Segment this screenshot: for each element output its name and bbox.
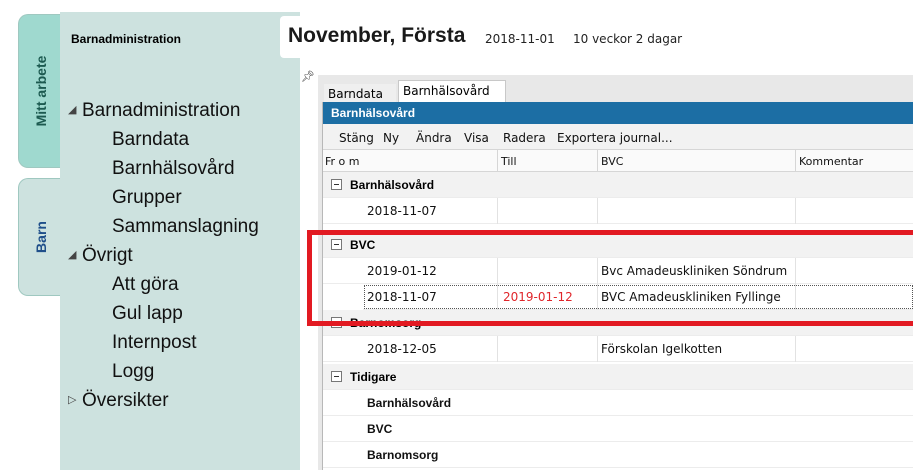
cell-bvc: Förskolan Igelkotten xyxy=(601,342,723,356)
side-tab-barn[interactable]: Barn xyxy=(18,178,62,296)
delete-button[interactable]: Radera xyxy=(503,131,546,145)
panel-header: Barnhälsovård xyxy=(323,102,913,124)
tree-node-internpost[interactable]: Internpost xyxy=(112,332,197,354)
child-age: 10 veckor 2 dagar xyxy=(573,32,683,46)
view-button[interactable]: Visa xyxy=(464,131,489,145)
side-tab-mitt-arbete[interactable]: Mitt arbete xyxy=(18,14,62,168)
panel-title: Barnhälsovård xyxy=(331,106,416,120)
tree-node-label: Barndata xyxy=(112,129,190,150)
tree-node-label: Grupper xyxy=(112,187,182,208)
tree-node-ovrigt[interactable]: ◢ Övrigt xyxy=(68,245,133,267)
side-tab-label: Mitt arbete xyxy=(32,55,49,127)
tree-node-logg[interactable]: Logg xyxy=(112,361,154,383)
subgroup-row[interactable]: Barnomsorg xyxy=(323,442,913,468)
tree-node-label: Att göra xyxy=(112,274,179,295)
tree-node-label: Barnhälsovård xyxy=(112,158,235,179)
close-button[interactable]: Stäng xyxy=(339,131,374,145)
group-row-tidigare[interactable]: Tidigare xyxy=(323,364,913,390)
subgroup-label: Barnhälsovård xyxy=(367,396,452,410)
column-header-from[interactable]: Fr o m xyxy=(325,155,360,168)
birth-date: 2018-11-01 xyxy=(485,32,555,46)
tree-node-barnadministration[interactable]: ◢ Barnadministration xyxy=(68,100,240,122)
group-label: Tidigare xyxy=(350,370,397,384)
edit-button[interactable]: Ändra xyxy=(416,131,452,145)
table-row[interactable]: 2018-11-07 xyxy=(323,198,913,224)
collapse-icon[interactable] xyxy=(331,371,342,382)
subgroup-label: Barnomsorg xyxy=(367,448,439,462)
tree-node-grupper[interactable]: Grupper xyxy=(112,187,182,209)
group-row-barnhalsovard[interactable]: Barnhälsovård xyxy=(323,172,913,198)
tree-node-barndata[interactable]: Barndata xyxy=(112,129,189,151)
tree-node-barnhalsovard[interactable]: Barnhälsovård xyxy=(112,158,235,180)
tree-node-att-gora[interactable]: Att göra xyxy=(112,274,179,296)
collapse-arrow-icon[interactable]: ◢ xyxy=(68,103,82,116)
tree-node-label: Övrigt xyxy=(82,245,133,266)
column-header-to[interactable]: Till xyxy=(501,155,517,168)
tree-node-gul-lapp[interactable]: Gul lapp xyxy=(112,303,183,325)
subgroup-row[interactable]: Barnhälsovård xyxy=(323,390,913,416)
table-row[interactable]: 2018-12-05 Förskolan Igelkotten xyxy=(323,336,913,362)
collapse-icon[interactable] xyxy=(331,179,342,190)
subgroup-row[interactable]: BVC xyxy=(323,416,913,442)
group-label: Barnhälsovård xyxy=(350,178,435,192)
column-header-comment[interactable]: Kommentar xyxy=(799,155,863,168)
child-name: November, Första xyxy=(288,24,466,47)
child-header: November, Första 2018-11-01 10 veckor 2 … xyxy=(280,16,703,58)
nav-title: Barnadministration xyxy=(71,32,182,46)
navigation-panel: Barnadministration ◢ Barnadministration B… xyxy=(60,12,300,470)
side-tab-label: Barn xyxy=(32,221,49,253)
new-button[interactable]: Ny xyxy=(383,131,399,145)
tree-node-label: Logg xyxy=(112,361,155,382)
tree-node-label: Sammanslagning xyxy=(112,216,259,237)
subgroup-label: BVC xyxy=(367,422,393,436)
side-tab-strip: Mitt arbete Barn xyxy=(0,0,62,470)
tree-node-label: Gul lapp xyxy=(112,303,183,324)
tree-node-oversikter[interactable]: ▷ Översikter xyxy=(68,390,169,412)
cell-from: 2018-11-07 xyxy=(367,204,437,218)
tree-node-sammanslagning[interactable]: Sammanslagning xyxy=(112,216,259,238)
tree-node-label: Internpost xyxy=(112,332,197,353)
toolbar: Stäng Ny Ändra Visa Radera Exportera jou… xyxy=(323,124,913,150)
annotation-highlight-box xyxy=(307,230,913,326)
tree-node-label: Översikter xyxy=(82,390,169,411)
column-header-row: Fr o m Till BVC Kommentar xyxy=(323,150,913,172)
expand-arrow-icon[interactable]: ▷ xyxy=(68,393,82,406)
pin-icon[interactable]: 📌︎ xyxy=(301,70,315,83)
export-journal-button[interactable]: Exportera journal... xyxy=(557,131,673,145)
tree-node-label: Barnadministration xyxy=(82,100,241,121)
collapse-arrow-icon[interactable]: ◢ xyxy=(68,248,82,261)
column-header-bvc[interactable]: BVC xyxy=(601,155,623,168)
cell-from: 2018-12-05 xyxy=(367,342,437,356)
